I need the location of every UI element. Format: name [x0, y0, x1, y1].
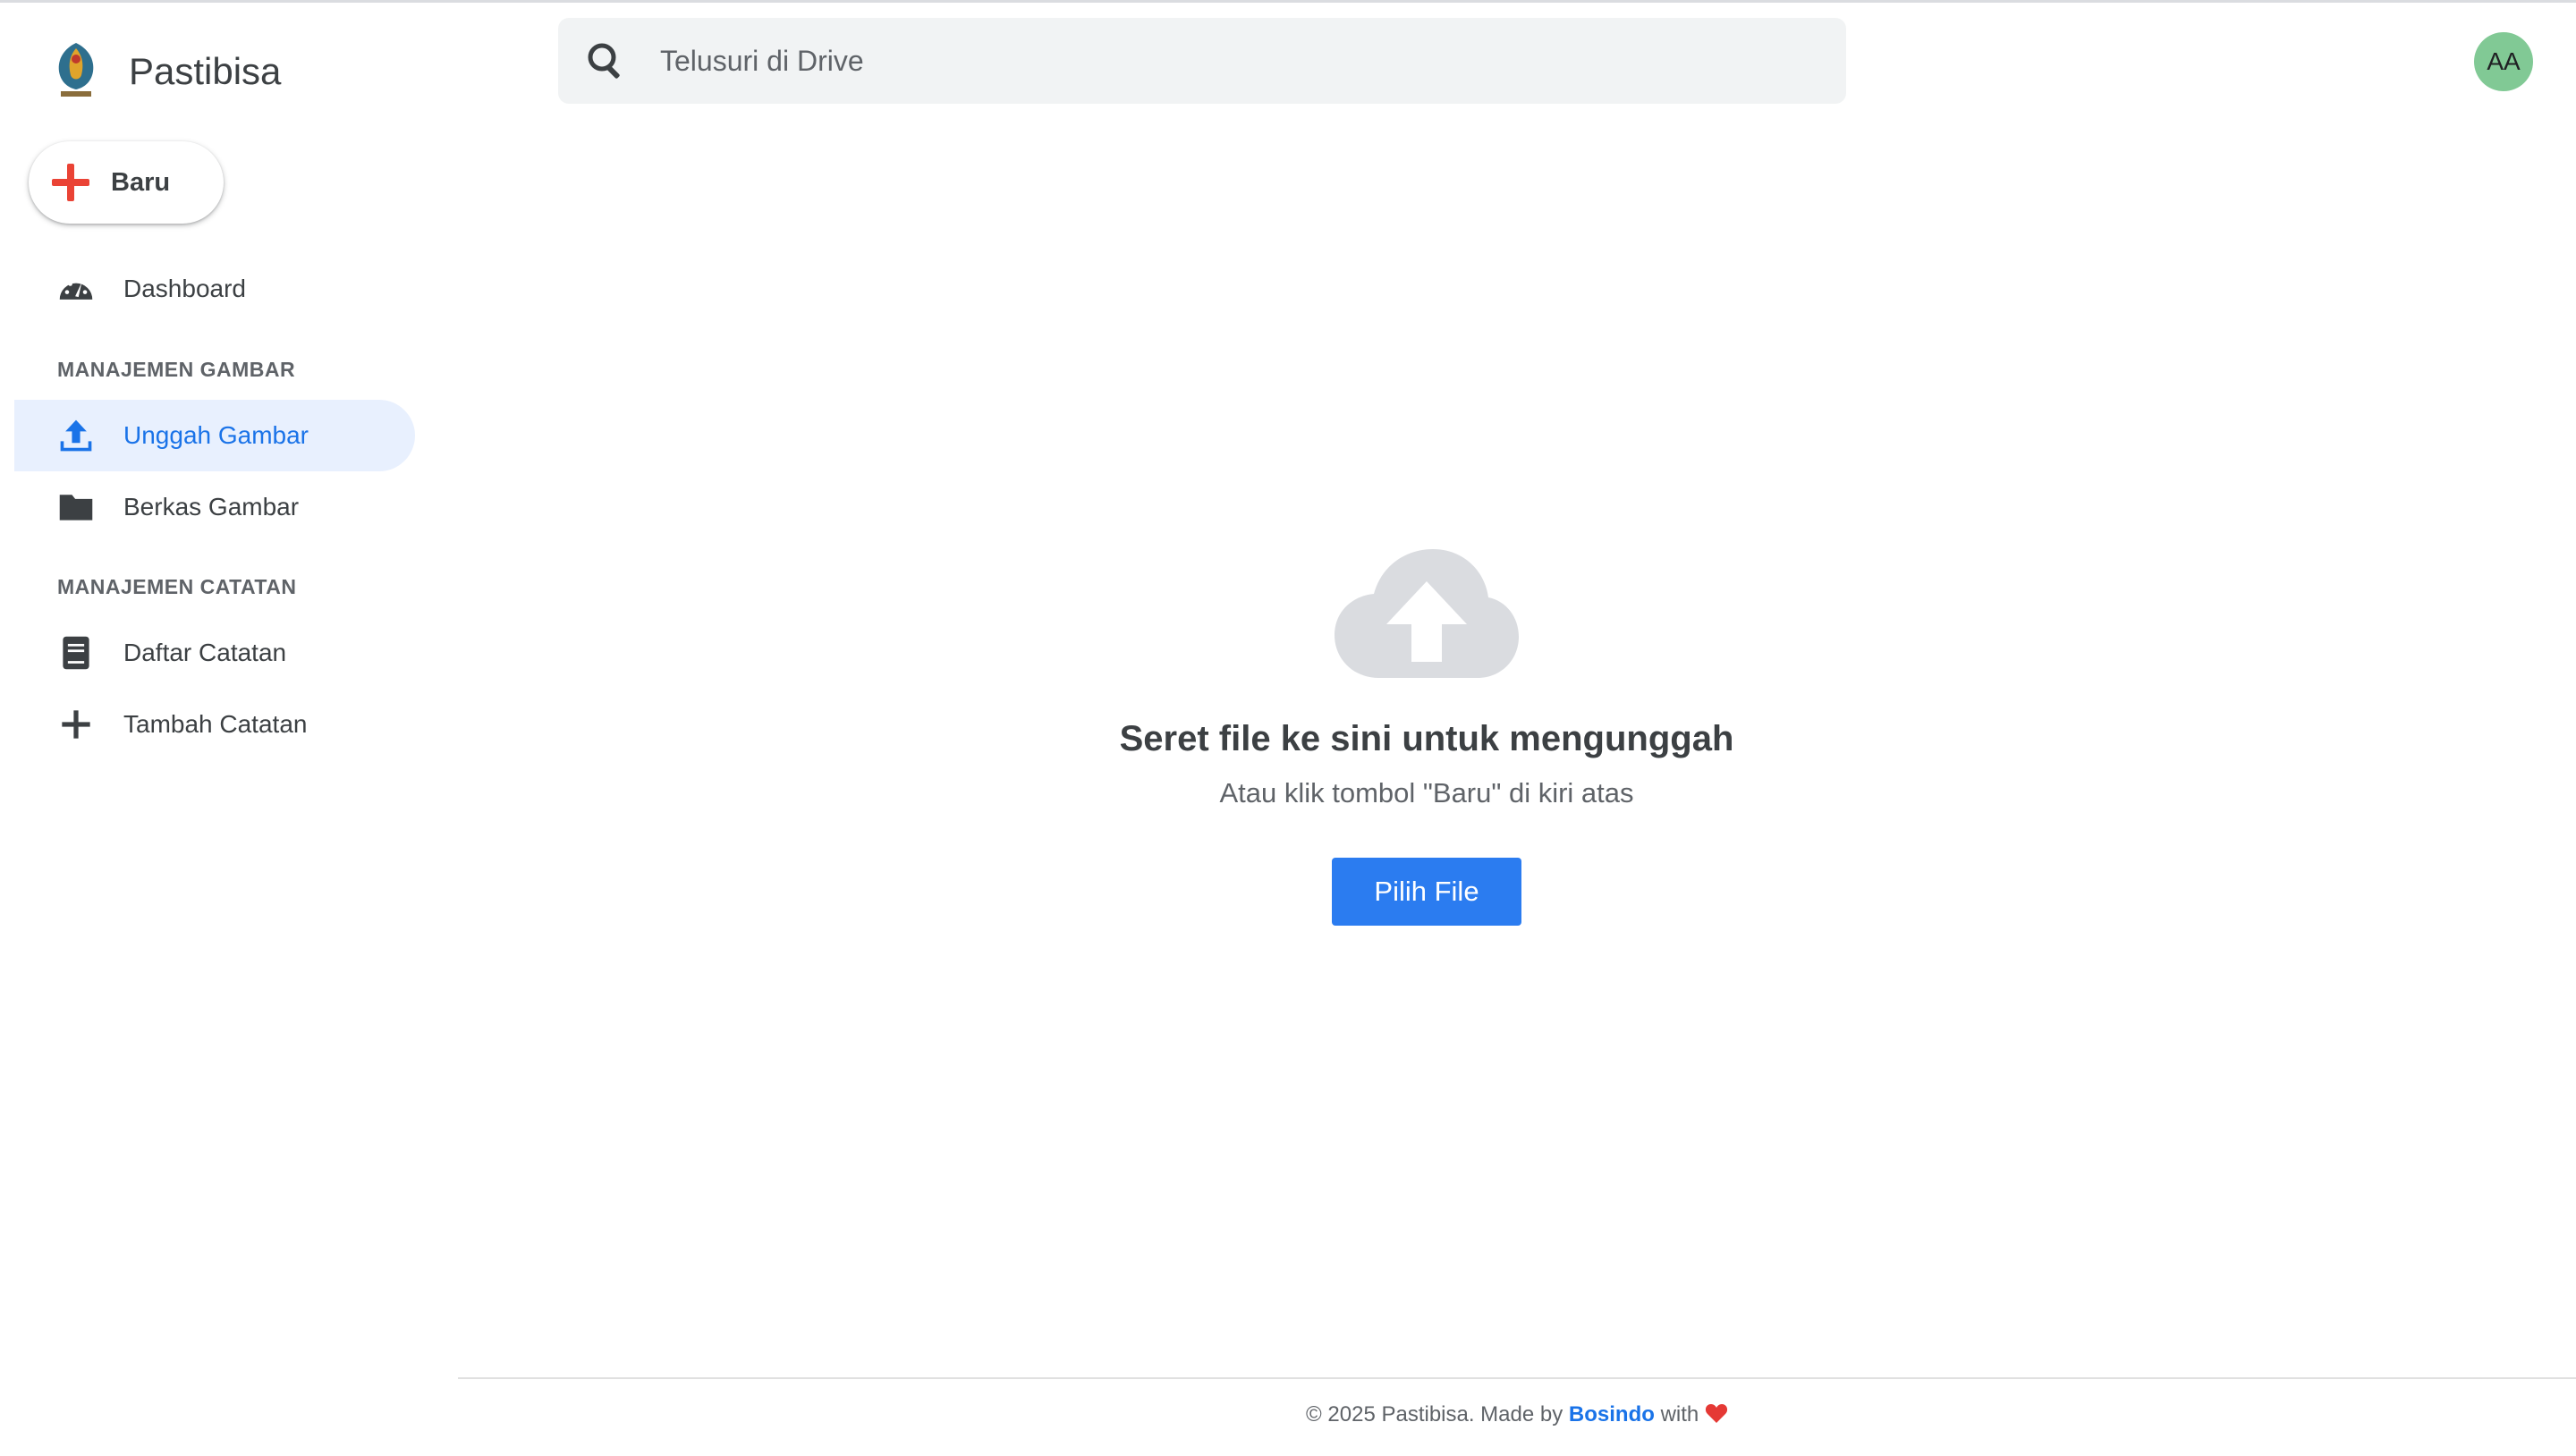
sidebar-item-label: Dashboard — [123, 275, 246, 302]
heart-icon — [1705, 1404, 1728, 1423]
plus-icon — [52, 164, 89, 201]
app-name: Pastibisa — [129, 50, 282, 92]
folder-icon — [55, 487, 97, 528]
footer-divider — [458, 1377, 2576, 1379]
gauge-icon — [55, 268, 97, 309]
top-border — [0, 0, 2576, 3]
footer-text-with: with — [1660, 1402, 1699, 1426]
footer-link-bosindo[interactable]: Bosindo — [1569, 1402, 1655, 1426]
new-button[interactable]: Baru — [29, 141, 224, 224]
sidebar-item-label: Tambah Catatan — [123, 710, 308, 738]
sidebar-item-label: Unggah Gambar — [123, 421, 309, 449]
footer: © 2025 Pastibisa. Made by Bosindo with — [458, 1402, 2576, 1427]
pick-file-button[interactable]: Pilih File — [1332, 858, 1521, 926]
sidebar-item-berkas-gambar[interactable]: Berkas Gambar — [14, 471, 415, 543]
sidebar-item-label: Berkas Gambar — [123, 493, 300, 521]
sidebar-item-unggah-gambar[interactable]: Unggah Gambar — [14, 400, 415, 471]
search-input[interactable] — [658, 43, 1735, 79]
plus-icon — [55, 704, 97, 745]
sidebar-item-label: Daftar Catatan — [123, 639, 287, 666]
notebook-icon — [55, 632, 97, 673]
sidebar-item-dashboard[interactable]: Dashboard — [14, 253, 415, 325]
sidebar-item-daftar-catatan[interactable]: Daftar Catatan — [14, 617, 415, 689]
section-title-catatan: MANAJEMEN CATATAN — [57, 575, 297, 598]
upload-dropzone[interactable]: Seret file ke sini untuk mengunggah Atau… — [1069, 546, 1784, 926]
footer-text: © 2025 Pastibisa. Made by — [1306, 1402, 1563, 1426]
search-icon[interactable] — [585, 40, 626, 81]
upload-icon — [55, 415, 97, 456]
dropzone-subtitle: Atau klik tombol "Baru" di kiri atas — [1219, 777, 1634, 808]
user-avatar[interactable]: AA — [2474, 32, 2533, 91]
section-title-gambar: MANAJEMEN GAMBAR — [57, 358, 296, 381]
search-bar[interactable] — [558, 18, 1846, 104]
sidebar-item-tambah-catatan[interactable]: Tambah Catatan — [14, 689, 415, 760]
cloud-upload-icon — [1335, 549, 1519, 678]
dropzone-title: Seret file ke sini untuk mengunggah — [1119, 719, 1734, 758]
pastibisa-logo — [58, 43, 94, 97]
new-button-label: Baru — [111, 167, 171, 197]
brand[interactable]: Pastibisa — [48, 39, 281, 104]
